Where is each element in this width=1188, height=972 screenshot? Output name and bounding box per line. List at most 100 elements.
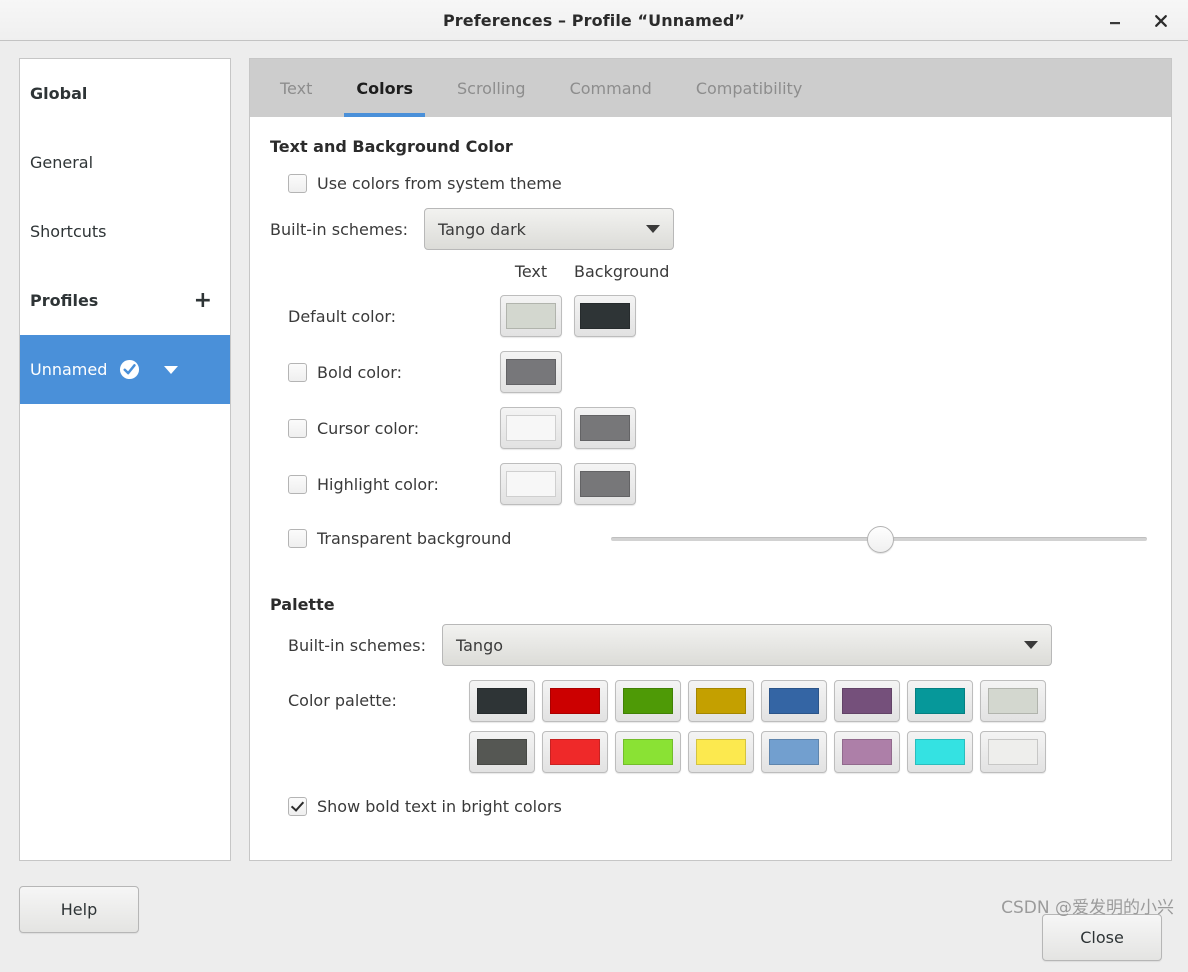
cursor-color-checkbox[interactable] [288, 418, 307, 438]
sidebar-header-profiles: Profiles + [20, 266, 230, 335]
check-circle-icon [120, 359, 140, 380]
sidebar-item-shortcuts-label: Shortcuts [30, 222, 107, 241]
palette-swatch-preview [988, 739, 1038, 765]
palette-swatch-1-5[interactable] [834, 731, 900, 773]
cursor-background-color-swatch[interactable] [574, 407, 636, 449]
column-header-background: Background [574, 262, 670, 281]
palette-swatch-0-4[interactable] [761, 680, 827, 722]
default-text-color-swatch[interactable] [500, 295, 562, 337]
palette-swatch-preview [623, 688, 673, 714]
transparent-background-label: Transparent background [317, 528, 512, 548]
sidebar-item-general[interactable]: General [20, 128, 230, 197]
builtin-schemes-label: Built-in schemes: [270, 219, 408, 239]
color-palette-grid [469, 680, 1046, 773]
transparency-slider-handle[interactable] [867, 526, 895, 553]
color-palette-label: Color palette: [288, 691, 397, 710]
sidebar-item-general-label: General [30, 153, 94, 172]
tab-compatibility-label: Compatibility [695, 78, 803, 98]
palette-swatch-preview [550, 739, 600, 765]
close-button-label: Close [1080, 928, 1124, 947]
profile-menu-chevron-down-icon[interactable] [164, 365, 179, 374]
palette-swatch-0-7[interactable] [980, 680, 1046, 722]
add-profile-icon[interactable]: + [194, 289, 212, 312]
palette-swatch-preview [550, 688, 600, 714]
sidebar: Global General Shortcuts Profiles + Unna… [19, 58, 231, 861]
palette-swatch-preview [842, 739, 892, 765]
sidebar-header-profiles-label: Profiles [30, 291, 99, 310]
sidebar-item-shortcuts[interactable]: Shortcuts [20, 197, 230, 266]
bold-background-placeholder [574, 351, 636, 393]
close-icon[interactable] [1148, 8, 1174, 34]
default-background-color-preview [580, 303, 630, 329]
palette-row [469, 731, 1046, 773]
window-body: Global General Shortcuts Profiles + Unna… [0, 42, 1188, 961]
tab-text[interactable]: Text [258, 59, 334, 117]
palette-swatch-1-1[interactable] [542, 731, 608, 773]
palette-swatch-preview [842, 688, 892, 714]
show-bold-bright-checkbox[interactable] [288, 796, 307, 816]
palette-swatch-0-0[interactable] [469, 680, 535, 722]
tab-command-label: Command [569, 78, 652, 98]
palette-section-title: Palette [270, 595, 335, 614]
palette-swatch-0-6[interactable] [907, 680, 973, 722]
transparency-slider[interactable] [611, 526, 1147, 553]
window-title: Preferences – Profile “Unnamed” [442, 10, 746, 30]
palette-swatch-preview [915, 688, 965, 714]
highlight-text-color-preview [506, 471, 556, 497]
cursor-text-color-preview [506, 415, 556, 441]
default-background-color-swatch[interactable] [574, 295, 636, 337]
sidebar-item-profile-unnamed[interactable]: Unnamed [20, 335, 230, 404]
palette-swatch-1-2[interactable] [615, 731, 681, 773]
tab-scrolling[interactable]: Scrolling [435, 59, 548, 117]
show-bold-bright-row: Show bold text in bright colors [270, 789, 1149, 823]
column-header-text: Text [514, 262, 548, 281]
window-controls [1102, 0, 1174, 41]
palette-swatch-1-4[interactable] [761, 731, 827, 773]
palette-swatch-preview [696, 688, 746, 714]
sidebar-header-global-label: Global [30, 84, 88, 103]
palette-row [469, 680, 1046, 722]
highlight-background-color-swatch[interactable] [574, 463, 636, 505]
tab-compatibility[interactable]: Compatibility [674, 59, 824, 117]
bold-text-color-swatch[interactable] [500, 351, 562, 393]
palette-swatch-1-6[interactable] [907, 731, 973, 773]
use-system-theme-row: Use colors from system theme [270, 166, 1149, 200]
bold-color-label: Bold color: [317, 362, 402, 382]
palette-swatch-1-0[interactable] [469, 731, 535, 773]
help-button[interactable]: Help [19, 886, 139, 933]
close-button[interactable]: Close [1042, 914, 1162, 961]
action-bar: Help Close [0, 875, 1188, 972]
default-color-label: Default color: [288, 306, 397, 326]
highlight-text-color-swatch[interactable] [500, 463, 562, 505]
palette-swatch-preview [769, 688, 819, 714]
default-color-label-cell: Default color: [288, 299, 488, 333]
palette-swatch-1-3[interactable] [688, 731, 754, 773]
highlight-color-label: Highlight color: [317, 474, 439, 494]
show-bold-bright-label: Show bold text in bright colors [317, 796, 562, 816]
builtin-schemes-select[interactable]: Tango dark [424, 208, 674, 250]
color-palette-row: Color palette: [270, 680, 1149, 773]
palette-builtin-schemes-select[interactable]: Tango [442, 624, 1052, 666]
palette-swatch-preview [915, 739, 965, 765]
palette-builtin-schemes-label: Built-in schemes: [288, 635, 426, 655]
tab-scrolling-label: Scrolling [456, 78, 526, 98]
chevron-down-icon [1024, 641, 1038, 649]
tab-command[interactable]: Command [548, 59, 674, 117]
bold-color-checkbox[interactable] [288, 362, 307, 382]
highlight-color-checkbox[interactable] [288, 474, 307, 494]
tab-colors-label: Colors [356, 78, 413, 98]
minimize-icon[interactable] [1102, 8, 1128, 34]
tab-colors[interactable]: Colors [334, 59, 435, 117]
palette-swatch-0-2[interactable] [615, 680, 681, 722]
palette-swatch-1-7[interactable] [980, 731, 1046, 773]
palette-swatch-0-1[interactable] [542, 680, 608, 722]
profile-row: Unnamed [30, 359, 179, 380]
cursor-text-color-swatch[interactable] [500, 407, 562, 449]
transparent-background-checkbox[interactable] [288, 528, 307, 548]
palette-builtin-schemes-value: Tango [456, 635, 504, 655]
use-system-theme-checkbox[interactable] [288, 173, 307, 193]
palette-swatch-0-3[interactable] [688, 680, 754, 722]
window-titlebar: Preferences – Profile “Unnamed” [0, 0, 1188, 41]
palette-swatch-0-5[interactable] [834, 680, 900, 722]
palette-swatch-preview [477, 739, 527, 765]
